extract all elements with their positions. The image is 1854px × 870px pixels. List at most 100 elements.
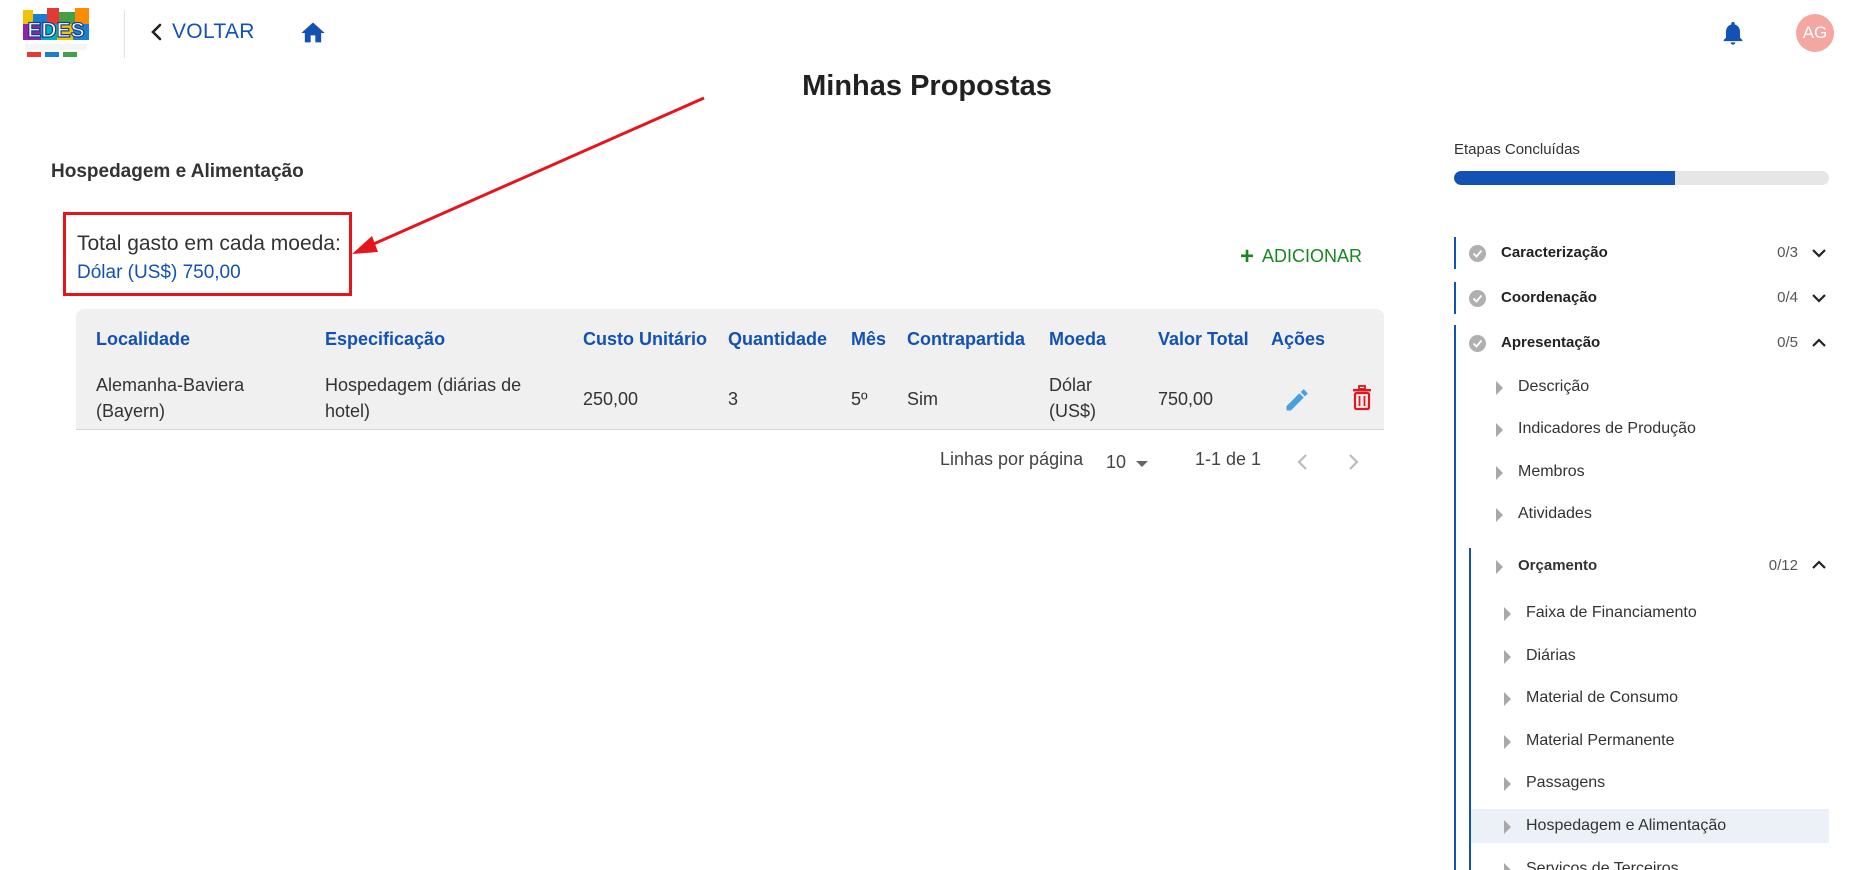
col-header-custo[interactable]: Custo Unitário bbox=[583, 329, 707, 350]
caret-right-icon bbox=[1504, 777, 1511, 791]
sub-item-faixa-financiamento[interactable]: Faixa de Financiamento bbox=[1504, 596, 1854, 630]
col-header-acoes: Ações bbox=[1271, 329, 1326, 349]
edit-pencil-icon[interactable] bbox=[1283, 386, 1311, 414]
totals-label: Total gasto em cada moeda: bbox=[77, 232, 341, 255]
caret-right-icon bbox=[1496, 423, 1503, 437]
col-header-especificacao[interactable]: Especificação bbox=[325, 329, 445, 350]
step-check-icon bbox=[1469, 290, 1486, 307]
totals-annotation-box: Total gasto em cada moeda: Dólar (US$) 7… bbox=[63, 212, 352, 296]
back-label: VOLTAR bbox=[172, 20, 255, 43]
caret-right-icon bbox=[1496, 381, 1503, 395]
back-button[interactable]: VOLTAR bbox=[148, 20, 255, 44]
sub-item-label: Material Permanente bbox=[1526, 732, 1675, 749]
sub-item-label: Serviços de Terceiros bbox=[1526, 860, 1679, 870]
cell-localidade-line2: (Bayern) bbox=[96, 401, 166, 421]
sub-item-label: Hospedagem e Alimentação bbox=[1526, 817, 1727, 834]
sub-item-label: Faixa de Financiamento bbox=[1526, 604, 1697, 621]
sub-item-membros[interactable]: Membros bbox=[1496, 455, 1854, 489]
annotation-arrow bbox=[352, 96, 705, 254]
cell-especificacao-line2: hotel) bbox=[325, 401, 371, 421]
step-count: 0/5 bbox=[1777, 334, 1798, 351]
step-name: Coordenação bbox=[1501, 289, 1597, 306]
cell-custo: 250,00 bbox=[583, 389, 639, 409]
caret-right-icon bbox=[1496, 466, 1503, 480]
caret-right-icon bbox=[1504, 692, 1511, 706]
sub-item-diarias[interactable]: Diárias bbox=[1504, 639, 1854, 673]
cell-moeda-line2: (US$) bbox=[1049, 401, 1097, 421]
sub-item-passagens[interactable]: Passagens bbox=[1504, 766, 1854, 800]
sub-item-label: Atividades bbox=[1518, 505, 1592, 522]
home-icon[interactable] bbox=[299, 19, 327, 47]
add-label: ADICIONAR bbox=[1262, 246, 1363, 266]
chevron-up-icon bbox=[1810, 333, 1828, 353]
prev-page-chevron-icon[interactable] bbox=[1296, 449, 1316, 475]
cell-valor-total: 750,00 bbox=[1158, 389, 1214, 409]
sub-item-orcamento[interactable]: Orçamento 0/12 bbox=[1496, 549, 1830, 583]
sub-item-material-consumo[interactable]: Material de Consumo bbox=[1504, 681, 1854, 715]
chevron-up-icon bbox=[1810, 555, 1828, 580]
chevron-left-icon bbox=[148, 20, 164, 44]
sub-item-label: Passagens bbox=[1526, 774, 1606, 791]
notifications-bell-icon[interactable] bbox=[1719, 18, 1747, 48]
sub-item-descricao[interactable]: Descrição bbox=[1496, 370, 1854, 404]
cell-contrapartida: Sim bbox=[907, 389, 938, 409]
user-avatar[interactable]: AG bbox=[1796, 14, 1834, 52]
col-header-contrapartida[interactable]: Contrapartida bbox=[907, 329, 1025, 350]
delete-trash-icon[interactable] bbox=[1351, 385, 1375, 413]
sub-item-label: Indicadores de Produção bbox=[1518, 420, 1696, 437]
step-indicator bbox=[1454, 237, 1456, 269]
orcamento-count: 0/12 bbox=[1768, 557, 1798, 574]
step-name: Apresentação bbox=[1501, 334, 1601, 351]
cell-localidade-line1: Alemanha-Baviera bbox=[96, 375, 245, 395]
col-header-quantidade[interactable]: Quantidade bbox=[728, 329, 827, 350]
sub-item-atividades[interactable]: Atividades bbox=[1496, 497, 1854, 531]
step-count: 0/4 bbox=[1777, 289, 1798, 306]
sub-item-servicos-terceiros[interactable]: Serviços de Terceiros bbox=[1504, 852, 1854, 870]
section-title: Hospedagem e Alimentação bbox=[51, 161, 304, 182]
sub-item-material-permanente[interactable]: Material Permanente bbox=[1504, 724, 1854, 758]
col-header-valor-total[interactable]: Valor Total bbox=[1158, 329, 1249, 350]
sub-item-label: Membros bbox=[1518, 463, 1585, 480]
caret-right-icon bbox=[1504, 863, 1511, 870]
plus-icon: + bbox=[1240, 242, 1255, 270]
step-indicator bbox=[1454, 282, 1456, 314]
sub-item-label: Diárias bbox=[1526, 647, 1576, 664]
step-count: 0/3 bbox=[1777, 244, 1798, 261]
col-header-mes[interactable]: Mês bbox=[851, 329, 886, 350]
caret-right-icon bbox=[1496, 560, 1503, 574]
rows-per-page-value: 10 bbox=[1106, 451, 1127, 472]
next-page-chevron-icon[interactable] bbox=[1348, 449, 1368, 475]
rows-per-page-select[interactable]: 10 bbox=[1106, 449, 1149, 475]
header-divider bbox=[124, 10, 125, 58]
step-check-icon bbox=[1469, 335, 1486, 352]
page-title: Minhas Propostas bbox=[802, 70, 1052, 102]
sub-item-label: Descrição bbox=[1518, 378, 1590, 395]
cell-especificacao-line1: Hospedagem (diárias de bbox=[325, 375, 522, 395]
chevron-down-icon bbox=[1810, 243, 1828, 263]
caret-right-icon bbox=[1504, 650, 1511, 664]
step-coordenacao[interactable]: Coordenação 0/4 bbox=[1454, 282, 1830, 314]
sub-item-label: Material de Consumo bbox=[1526, 689, 1679, 706]
expenses-table: Localidade Especificação Custo Unitário … bbox=[76, 309, 1384, 430]
pagination-range: 1-1 de 1 bbox=[1195, 449, 1262, 469]
step-caracterizacao[interactable]: Caracterização 0/3 bbox=[1454, 237, 1830, 269]
chevron-down-icon bbox=[1810, 288, 1828, 308]
step-apresentacao[interactable]: Apresentação 0/5 bbox=[1454, 327, 1830, 359]
caret-right-icon bbox=[1504, 820, 1511, 834]
apresentacao-indicator bbox=[1454, 325, 1456, 870]
sub-item-hospedagem-alimentacao[interactable]: Hospedagem e Alimentação bbox=[1471, 809, 1829, 843]
col-header-moeda[interactable]: Moeda bbox=[1049, 329, 1106, 350]
col-header-localidade[interactable]: Localidade bbox=[96, 329, 190, 350]
caret-right-icon bbox=[1504, 607, 1511, 621]
app-header: EDES VOLTAR AG bbox=[0, 0, 1854, 66]
steps-progress-fill bbox=[1454, 171, 1676, 185]
logo-text: EDES bbox=[27, 19, 84, 42]
step-check-icon bbox=[1469, 245, 1486, 262]
sub-item-indicadores[interactable]: Indicadores de Produção bbox=[1496, 412, 1854, 446]
edes-logo[interactable]: EDES bbox=[19, 4, 93, 62]
sub-item-label: Orçamento bbox=[1518, 557, 1598, 574]
steps-progress-bar bbox=[1454, 171, 1829, 185]
dropdown-caret-icon bbox=[1136, 452, 1149, 473]
rows-per-page-label: Linhas por página bbox=[940, 449, 1084, 469]
add-button[interactable]: + ADICIONAR bbox=[1240, 242, 1363, 270]
